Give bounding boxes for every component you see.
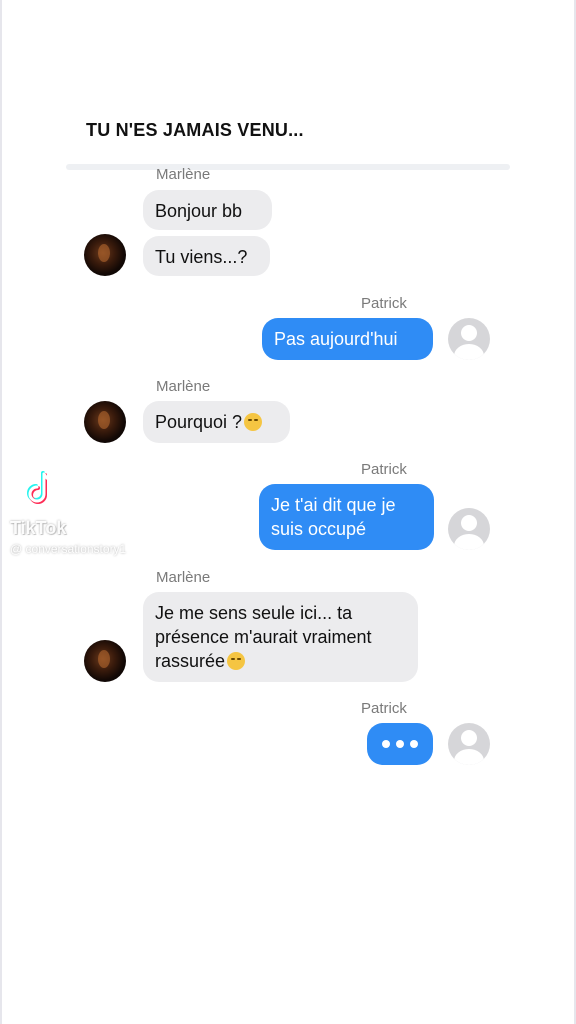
sender-name-marlene: Marlène	[156, 569, 211, 586]
person-icon-body	[454, 344, 484, 360]
person-icon-head	[461, 515, 477, 531]
message-bubble-incoming[interactable]: Je me sens seule ici... ta présence m'au…	[143, 592, 418, 682]
typing-dots-icon	[379, 732, 421, 756]
patrick-avatar-placeholder[interactable]	[448, 723, 490, 765]
message-bubble-outgoing[interactable]: Je t'ai dit que je suis occupé	[259, 484, 434, 550]
pleading-face-emoji-icon	[244, 413, 263, 431]
person-icon-body	[454, 534, 484, 550]
marlene-avatar[interactable]	[84, 401, 126, 443]
patrick-avatar-placeholder[interactable]	[448, 318, 490, 360]
sender-name-patrick: Patrick	[361, 700, 407, 717]
person-icon-head	[461, 730, 477, 746]
sender-name-marlene: Marlène	[156, 378, 211, 395]
message-text: Je me sens seule ici... ta présence m'au…	[155, 603, 372, 671]
message-bubble-outgoing[interactable]: Pas aujourd'hui	[262, 318, 433, 360]
person-icon-body	[454, 749, 484, 765]
tiktok-watermark-brand: TikTok	[10, 518, 67, 538]
sender-name-marlene: Marlène	[156, 166, 211, 183]
patrick-avatar-placeholder[interactable]	[448, 508, 490, 550]
tiktok-watermark-handle: @ conversationstory1	[10, 542, 127, 556]
typing-indicator-bubble	[367, 723, 433, 765]
conversation-title: TU N'ES JAMAIS VENU...	[86, 120, 304, 140]
message-bubble-incoming[interactable]: Bonjour bb	[143, 190, 272, 230]
sender-name-patrick: Patrick	[361, 461, 407, 478]
marlene-avatar[interactable]	[84, 234, 126, 276]
sender-name-patrick: Patrick	[361, 295, 407, 312]
message-text: Pourquoi ?	[155, 412, 243, 432]
person-icon-head	[461, 325, 477, 341]
frame-border-left	[0, 0, 2, 1024]
message-bubble-incoming[interactable]: Pourquoi ?	[143, 401, 290, 443]
pensive-face-emoji-icon	[227, 652, 246, 670]
marlene-avatar[interactable]	[84, 640, 126, 682]
message-bubble-incoming[interactable]: Tu viens...?	[143, 236, 270, 276]
tiktok-logo-icon	[27, 471, 56, 504]
title-divider	[66, 164, 510, 170]
